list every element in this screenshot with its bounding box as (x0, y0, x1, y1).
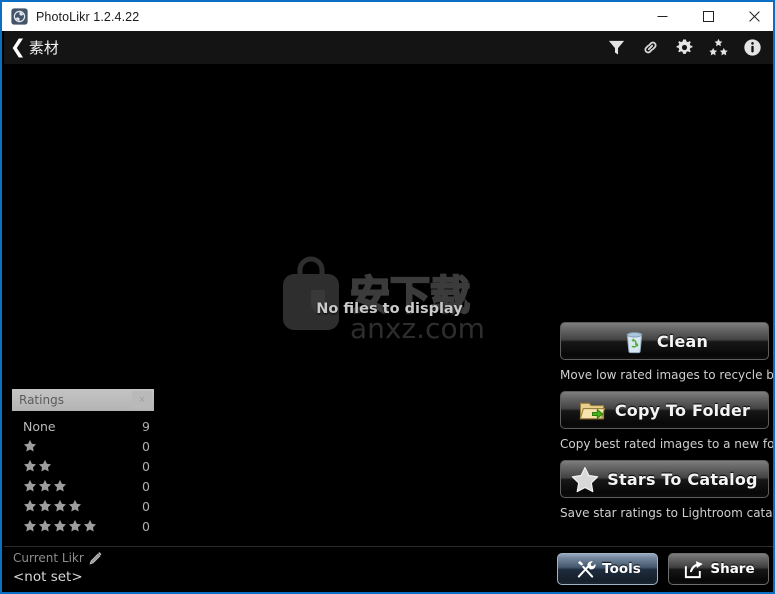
current-likr-row[interactable]: Current Likr (13, 551, 102, 565)
photolikr-window: PhotoLikr 1.2.4.22 ❮ 素材 安下载 anxz.com No … (0, 0, 775, 594)
clean-button[interactable]: Clean (560, 322, 769, 360)
rating-row[interactable]: 0 (12, 496, 154, 516)
rating-row-stars (23, 499, 132, 513)
star-icon (38, 519, 52, 532)
current-likr-label: Current Likr (13, 551, 84, 565)
close-icon (748, 11, 760, 22)
share-button[interactable]: Share (668, 553, 769, 585)
ratings-panel-header: Ratings × (12, 389, 154, 411)
ratings-close-button[interactable]: × (132, 391, 152, 409)
stars-to-catalog-button[interactable]: Stars To Catalog (560, 460, 769, 498)
info-icon (744, 39, 761, 56)
toolbar: ❮ 素材 (4, 31, 773, 64)
copy-to-folder-button[interactable]: Copy To Folder (560, 391, 769, 429)
breadcrumb-label: 素材 (28, 39, 59, 57)
star-icon (23, 499, 37, 512)
star-icon (38, 479, 52, 492)
pencil-icon[interactable] (89, 551, 102, 565)
star-icon (53, 519, 67, 532)
title-bar: PhotoLikr 1.2.4.22 (2, 0, 773, 31)
star-icon (53, 479, 67, 492)
copy-to-folder-button-description: Copy best rated images to a new folder (560, 437, 775, 451)
link-icon (644, 41, 657, 54)
ratings-list: None 9 0 0 0 0 0 (12, 411, 154, 536)
rating-row[interactable]: None 9 (12, 416, 154, 436)
current-likr-value: <not set> (13, 569, 83, 585)
rating-row-count: 0 (142, 438, 150, 454)
tools-button-label: Tools (602, 561, 641, 577)
image-canvas: 安下载 anxz.com No files to display Ratings… (4, 64, 775, 546)
settings-button[interactable] (674, 37, 695, 58)
action-panel: Clean Move low rated images to recycle b… (560, 322, 775, 529)
star-icon (38, 459, 52, 472)
clean-button-label: Clean (656, 331, 709, 351)
back-chevron-icon[interactable]: ❮ (10, 38, 26, 57)
breadcrumb[interactable]: ❮ 素材 (10, 37, 59, 58)
rating-row[interactable]: 0 (12, 476, 154, 496)
star-icon (68, 519, 82, 532)
star-icon (38, 499, 52, 512)
share-icon (682, 558, 704, 580)
minimize-icon (657, 16, 667, 17)
rating-row[interactable]: 0 (12, 436, 154, 456)
rating-row-stars (23, 519, 132, 533)
info-button[interactable] (742, 37, 763, 58)
star-icon (23, 519, 37, 532)
ratings-panel-title: Ratings (19, 393, 64, 407)
share-button-label: Share (710, 561, 755, 577)
toolbar-icon-group (606, 37, 763, 58)
close-button[interactable] (731, 2, 773, 31)
window-title: PhotoLikr 1.2.4.22 (36, 9, 140, 24)
star-icon (83, 519, 97, 532)
window-controls (639, 2, 773, 31)
star-icon (23, 459, 37, 472)
stars-to-catalog-button-label: Stars To Catalog (607, 469, 758, 489)
clean-button-description: Move low rated images to recycle bin (560, 368, 775, 382)
tools-button[interactable]: Tools (557, 553, 658, 585)
rating-row[interactable]: 0 (12, 516, 154, 536)
star-icon (68, 499, 82, 512)
rating-row[interactable]: 0 (12, 456, 154, 476)
rating-row-count: 0 (142, 498, 150, 514)
filter-button[interactable] (606, 37, 627, 58)
bottom-button-group: Tools Share (557, 553, 769, 585)
tools-icon (574, 558, 596, 580)
watermark-domain-text: anxz.com (350, 312, 485, 344)
gear-icon (676, 39, 693, 54)
stars-to-catalog-button-description: Save star ratings to Lightroom catalog (560, 506, 775, 520)
rating-row-count: 0 (142, 478, 150, 494)
status-bar: Current Likr <not set> Tools Share (4, 546, 773, 591)
rating-row-stars (23, 439, 132, 453)
star-icon (23, 439, 37, 452)
rating-row-count: 0 (142, 518, 150, 534)
copy-to-folder-button-label: Copy To Folder (614, 400, 751, 420)
rating-row-count: 0 (142, 458, 150, 474)
filter-icon (608, 40, 625, 55)
rating-row-label: None (23, 418, 56, 434)
maximize-button[interactable] (685, 2, 731, 31)
minimize-button[interactable] (639, 2, 685, 31)
aperture-icon (11, 8, 28, 25)
recycle-bin-icon (621, 327, 649, 355)
stars-icon (709, 38, 728, 56)
ratings-panel: Ratings × None 9 0 0 0 0 0 (12, 389, 154, 536)
rating-row-stars (23, 479, 132, 493)
maximize-icon (702, 11, 714, 22)
link-button[interactable] (640, 37, 661, 58)
star-icon (53, 499, 67, 512)
folder-arrow-icon (579, 396, 607, 424)
watermark-overlay: 安下载 anxz.com (283, 256, 485, 344)
ratings-button[interactable] (708, 37, 729, 58)
star-icon (571, 465, 599, 493)
star-icon (23, 479, 37, 492)
rating-row-count: 9 (142, 418, 150, 434)
rating-row-stars (23, 459, 132, 473)
